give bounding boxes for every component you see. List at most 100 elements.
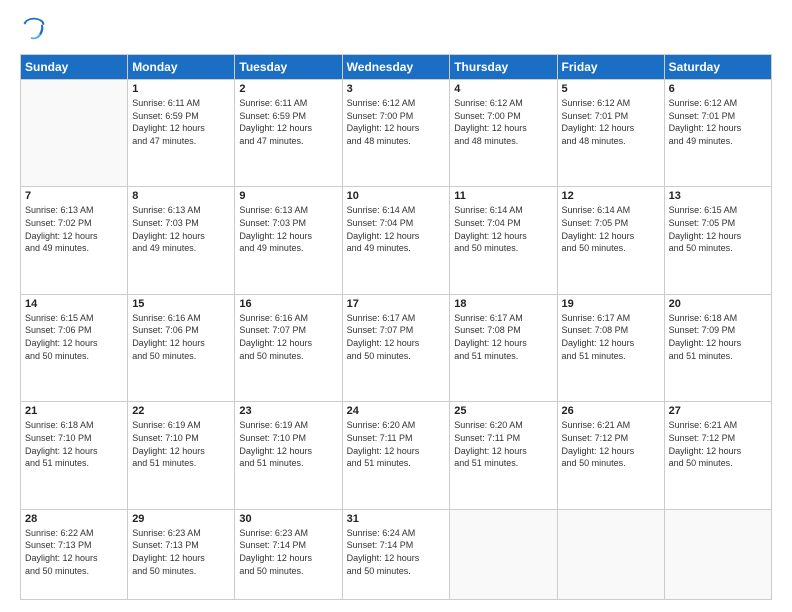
day-number: 29 — [132, 513, 230, 525]
calendar-cell: 29 Sunrise: 6:23 AM Sunset: 7:13 PM Dayli… — [128, 509, 235, 599]
calendar-cell: 7 Sunrise: 6:13 AM Sunset: 7:02 PM Daylig… — [21, 187, 128, 294]
day-number: 5 — [562, 83, 660, 95]
calendar-cell: 18 Sunrise: 6:17 AM Sunset: 7:08 PM Dayli… — [450, 294, 557, 401]
day-info: Sunrise: 6:16 AM Sunset: 7:07 PM Dayligh… — [239, 312, 337, 362]
calendar-cell: 12 Sunrise: 6:14 AM Sunset: 7:05 PM Dayli… — [557, 187, 664, 294]
calendar-cell: 11Sunrise: 6:14 AM Sunset: 7:04 PM Dayli… — [450, 187, 557, 294]
calendar-cell: 3Sunrise: 6:12 AM Sunset: 7:00 PM Daylig… — [342, 80, 450, 187]
calendar-week-row: 21Sunrise: 6:18 AM Sunset: 7:10 PM Dayli… — [21, 402, 772, 509]
day-info: Sunrise: 6:22 AM Sunset: 7:13 PM Dayligh… — [25, 527, 123, 577]
day-number: 27 — [669, 405, 767, 417]
weekday-header: Friday — [557, 55, 664, 80]
day-info: Sunrise: 6:16 AM Sunset: 7:06 PM Dayligh… — [132, 312, 230, 362]
day-info: Sunrise: 6:15 AM Sunset: 7:05 PM Dayligh… — [669, 204, 767, 254]
day-info: Sunrise: 6:13 AM Sunset: 7:02 PM Dayligh… — [25, 204, 123, 254]
day-info: Sunrise: 6:12 AM Sunset: 7:00 PM Dayligh… — [347, 97, 446, 147]
day-number: 28 — [25, 513, 123, 525]
calendar-cell: 20 Sunrise: 6:18 AM Sunset: 7:09 PM Dayli… — [664, 294, 771, 401]
weekday-header: Saturday — [664, 55, 771, 80]
day-info: Sunrise: 6:17 AM Sunset: 7:08 PM Dayligh… — [454, 312, 552, 362]
day-number: 11 — [454, 190, 552, 202]
calendar-cell: 4 Sunrise: 6:12 AM Sunset: 7:00 PM Daylig… — [450, 80, 557, 187]
day-number: 13 — [669, 190, 767, 202]
day-number: 25 — [454, 405, 552, 417]
calendar-cell: 5 Sunrise: 6:12 AM Sunset: 7:01 PM Daylig… — [557, 80, 664, 187]
calendar-cell: 13 Sunrise: 6:15 AM Sunset: 7:05 PM Dayli… — [664, 187, 771, 294]
day-number: 18 — [454, 298, 552, 310]
weekday-header: Sunday — [21, 55, 128, 80]
calendar-cell — [557, 509, 664, 599]
calendar-cell: 2 Sunrise: 6:11 AM Sunset: 6:59 PM Daylig… — [235, 80, 342, 187]
day-number: 2 — [239, 83, 337, 95]
day-info: Sunrise: 6:21 AM Sunset: 7:12 PM Dayligh… — [669, 419, 767, 469]
day-info: Sunrise: 6:21 AM Sunset: 7:12 PM Dayligh… — [562, 419, 660, 469]
logo-icon — [20, 16, 48, 44]
logo — [20, 16, 52, 44]
day-info: Sunrise: 6:14 AM Sunset: 7:04 PM Dayligh… — [347, 204, 446, 254]
day-number: 22 — [132, 405, 230, 417]
day-info: Sunrise: 6:12 AM Sunset: 7:00 PM Dayligh… — [454, 97, 552, 147]
page: SundayMondayTuesdayWednesdayThursdayFrid… — [0, 0, 792, 612]
calendar-cell: 28 Sunrise: 6:22 AM Sunset: 7:13 PM Dayli… — [21, 509, 128, 599]
day-info: Sunrise: 6:20 AM Sunset: 7:11 PM Dayligh… — [454, 419, 552, 469]
day-number: 23 — [239, 405, 337, 417]
weekday-header: Wednesday — [342, 55, 450, 80]
weekday-header: Monday — [128, 55, 235, 80]
calendar-cell — [664, 509, 771, 599]
day-number: 19 — [562, 298, 660, 310]
weekday-header: Tuesday — [235, 55, 342, 80]
day-number: 30 — [239, 513, 337, 525]
day-number: 20 — [669, 298, 767, 310]
calendar-cell: 21Sunrise: 6:18 AM Sunset: 7:10 PM Dayli… — [21, 402, 128, 509]
day-number: 15 — [132, 298, 230, 310]
calendar-cell: 14Sunrise: 6:15 AM Sunset: 7:06 PM Dayli… — [21, 294, 128, 401]
day-info: Sunrise: 6:17 AM Sunset: 7:07 PM Dayligh… — [347, 312, 446, 362]
day-number: 8 — [132, 190, 230, 202]
calendar-table: SundayMondayTuesdayWednesdayThursdayFrid… — [20, 54, 772, 600]
day-info: Sunrise: 6:19 AM Sunset: 7:10 PM Dayligh… — [239, 419, 337, 469]
calendar-cell: 10 Sunrise: 6:14 AM Sunset: 7:04 PM Dayli… — [342, 187, 450, 294]
day-info: Sunrise: 6:20 AM Sunset: 7:11 PM Dayligh… — [347, 419, 446, 469]
header — [20, 16, 772, 44]
day-info: Sunrise: 6:13 AM Sunset: 7:03 PM Dayligh… — [132, 204, 230, 254]
calendar-cell: 25 Sunrise: 6:20 AM Sunset: 7:11 PM Dayli… — [450, 402, 557, 509]
calendar-cell: 19Sunrise: 6:17 AM Sunset: 7:08 PM Dayli… — [557, 294, 664, 401]
calendar-cell — [21, 80, 128, 187]
calendar-week-row: 1Sunrise: 6:11 AM Sunset: 6:59 PM Daylig… — [21, 80, 772, 187]
calendar-cell — [450, 509, 557, 599]
calendar-week-row: 28 Sunrise: 6:22 AM Sunset: 7:13 PM Dayli… — [21, 509, 772, 599]
calendar-cell: 26 Sunrise: 6:21 AM Sunset: 7:12 PM Dayli… — [557, 402, 664, 509]
day-info: Sunrise: 6:19 AM Sunset: 7:10 PM Dayligh… — [132, 419, 230, 469]
day-info: Sunrise: 6:15 AM Sunset: 7:06 PM Dayligh… — [25, 312, 123, 362]
calendar-cell: 27 Sunrise: 6:21 AM Sunset: 7:12 PM Dayli… — [664, 402, 771, 509]
day-number: 31 — [347, 513, 446, 525]
day-info: Sunrise: 6:12 AM Sunset: 7:01 PM Dayligh… — [562, 97, 660, 147]
day-info: Sunrise: 6:23 AM Sunset: 7:13 PM Dayligh… — [132, 527, 230, 577]
calendar-cell: 24Sunrise: 6:20 AM Sunset: 7:11 PM Dayli… — [342, 402, 450, 509]
calendar-cell: 1Sunrise: 6:11 AM Sunset: 6:59 PM Daylig… — [128, 80, 235, 187]
day-info: Sunrise: 6:13 AM Sunset: 7:03 PM Dayligh… — [239, 204, 337, 254]
calendar-cell: 17Sunrise: 6:17 AM Sunset: 7:07 PM Dayli… — [342, 294, 450, 401]
day-number: 12 — [562, 190, 660, 202]
calendar-cell: 31Sunrise: 6:24 AM Sunset: 7:14 PM Dayli… — [342, 509, 450, 599]
calendar-cell: 6 Sunrise: 6:12 AM Sunset: 7:01 PM Daylig… — [664, 80, 771, 187]
day-number: 7 — [25, 190, 123, 202]
day-info: Sunrise: 6:18 AM Sunset: 7:09 PM Dayligh… — [669, 312, 767, 362]
calendar-cell: 8 Sunrise: 6:13 AM Sunset: 7:03 PM Daylig… — [128, 187, 235, 294]
day-number: 26 — [562, 405, 660, 417]
day-info: Sunrise: 6:11 AM Sunset: 6:59 PM Dayligh… — [239, 97, 337, 147]
day-number: 4 — [454, 83, 552, 95]
weekday-header: Thursday — [450, 55, 557, 80]
day-info: Sunrise: 6:14 AM Sunset: 7:05 PM Dayligh… — [562, 204, 660, 254]
calendar-cell: 23 Sunrise: 6:19 AM Sunset: 7:10 PM Dayli… — [235, 402, 342, 509]
day-number: 9 — [239, 190, 337, 202]
calendar-cell: 15 Sunrise: 6:16 AM Sunset: 7:06 PM Dayli… — [128, 294, 235, 401]
calendar-cell: 16 Sunrise: 6:16 AM Sunset: 7:07 PM Dayli… — [235, 294, 342, 401]
day-number: 6 — [669, 83, 767, 95]
day-info: Sunrise: 6:23 AM Sunset: 7:14 PM Dayligh… — [239, 527, 337, 577]
calendar-cell: 9 Sunrise: 6:13 AM Sunset: 7:03 PM Daylig… — [235, 187, 342, 294]
day-number: 10 — [347, 190, 446, 202]
calendar-cell: 22 Sunrise: 6:19 AM Sunset: 7:10 PM Dayli… — [128, 402, 235, 509]
day-info: Sunrise: 6:12 AM Sunset: 7:01 PM Dayligh… — [669, 97, 767, 147]
day-number: 16 — [239, 298, 337, 310]
